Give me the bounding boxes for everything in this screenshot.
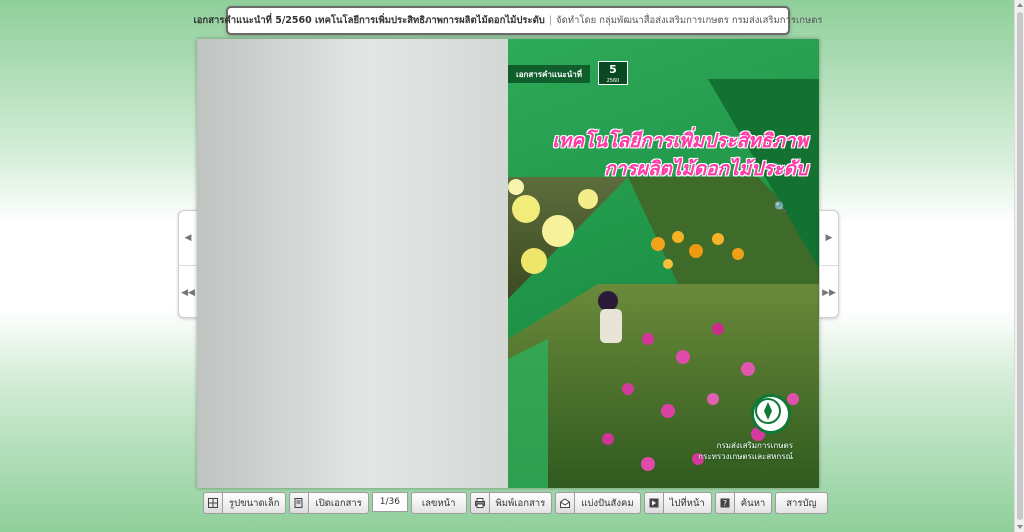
document-icon — [289, 492, 310, 514]
search-button[interactable]: ? ค้นหา — [714, 492, 773, 514]
zoom-cursor-icon: 🔍 — [774, 201, 788, 214]
next-page-icon: ▶ — [825, 233, 833, 243]
cover-title-line2: การผลิตไม้ดอกไม้ประดับ — [604, 158, 808, 180]
open-document-label: เปิดเอกสาร — [309, 492, 369, 514]
toc-button[interactable]: สารบัญ — [775, 492, 828, 514]
scroll-up-icon[interactable] — [1017, 3, 1023, 7]
document-title: เอกสารคำแนะนำที่ 5/2560 เทคโนโลยีการเพิ่… — [193, 15, 545, 26]
page-number-label: เลขหน้า — [421, 497, 456, 509]
department-seal-icon — [751, 394, 791, 434]
page-number-input[interactable] — [371, 492, 408, 512]
last-page-icon: ▶▶ — [822, 287, 836, 298]
goto-page-button[interactable]: ไปที่หน้า — [643, 492, 712, 514]
cover-title-line1: เทคโนโลยีการเพิ่มประสิทธิภาพ — [552, 130, 808, 152]
help-icon: ? — [714, 492, 735, 514]
cover-page[interactable]: เอกสารคำแนะนำที่ 5 2560 เทคโนโลยีการเพิ่… — [508, 39, 819, 488]
title-separator: | — [548, 15, 553, 26]
right-nav-tab: ▶ ▶▶ — [819, 210, 839, 318]
arrow-right-icon — [643, 492, 664, 514]
series-label: เอกสารคำแนะนำที่ — [508, 65, 591, 83]
next-page-button[interactable]: ▶ — [820, 211, 838, 265]
thumbnails-label: รูปขนาดเล็ก — [223, 492, 287, 514]
prev-page-icon: ◀ — [184, 233, 192, 243]
share-icon — [555, 492, 576, 514]
bottom-toolbar: รูปขนาดเล็ก เปิดเอกสาร เลขหน้า พิมพ์เอกส… — [203, 492, 828, 514]
open-document-button[interactable]: เปิดเอกสาร — [289, 492, 369, 514]
page-number-control: เลขหน้า — [371, 492, 467, 514]
goto-page-label: ไปที่หน้า — [663, 492, 712, 514]
last-page-button[interactable]: ▶▶ — [820, 265, 838, 319]
page-number-button[interactable]: เลขหน้า — [410, 492, 467, 514]
document-title-bar: เอกสารคำแนะนำที่ 5/2560 เทคโนโลยีการเพิ่… — [193, 6, 823, 35]
print-label: พิมพ์เอกสาร — [489, 492, 553, 514]
left-nav-tab: ◀ ◀◀ — [178, 210, 198, 318]
first-page-icon: ◀◀ — [181, 287, 195, 298]
grid-icon — [203, 492, 223, 514]
scroll-down-icon[interactable] — [1017, 525, 1023, 529]
flipbook[interactable]: เอกสารคำแนะนำที่ 5 2560 เทคโนโลยีการเพิ่… — [197, 39, 819, 488]
svg-text:?: ? — [723, 499, 727, 508]
prev-page-button[interactable]: ◀ — [179, 211, 197, 265]
print-button[interactable]: พิมพ์เอกสาร — [469, 492, 553, 514]
scroll-thumb[interactable] — [1017, 12, 1023, 520]
left-page-blank — [197, 39, 508, 488]
cover-title: เทคโนโลยีการเพิ่มประสิทธิภาพ การผลิตไม้ด… — [528, 127, 808, 183]
org-line1: กรมส่งเสริมการเกษตร — [716, 441, 793, 450]
series-number: 5 — [609, 63, 617, 76]
first-page-button[interactable]: ◀◀ — [179, 265, 197, 319]
series-number-badge: 5 2560 — [598, 61, 628, 85]
green-corner-accent — [508, 339, 548, 488]
org-line2: กระทรวงเกษตรและสหกรณ์ — [698, 452, 793, 461]
search-label: ค้นหา — [734, 492, 773, 514]
series-year: 2560 — [606, 78, 620, 84]
toc-label: สารบัญ — [786, 497, 817, 509]
publisher-text: จัดทำโดย กลุ่มพัฒนาสื่อส่งเสริมการเกษตร … — [556, 15, 823, 26]
print-icon — [469, 492, 490, 514]
share-button[interactable]: แบ่งปันสังคม — [555, 492, 641, 514]
thumbnails-button[interactable]: รูปขนาดเล็ก — [203, 492, 287, 514]
share-label: แบ่งปันสังคม — [575, 492, 641, 514]
page-scrollbar[interactable] — [1014, 0, 1024, 532]
organization-text: กรมส่งเสริมการเกษตร กระทรวงเกษตรและสหกรณ… — [698, 440, 793, 462]
